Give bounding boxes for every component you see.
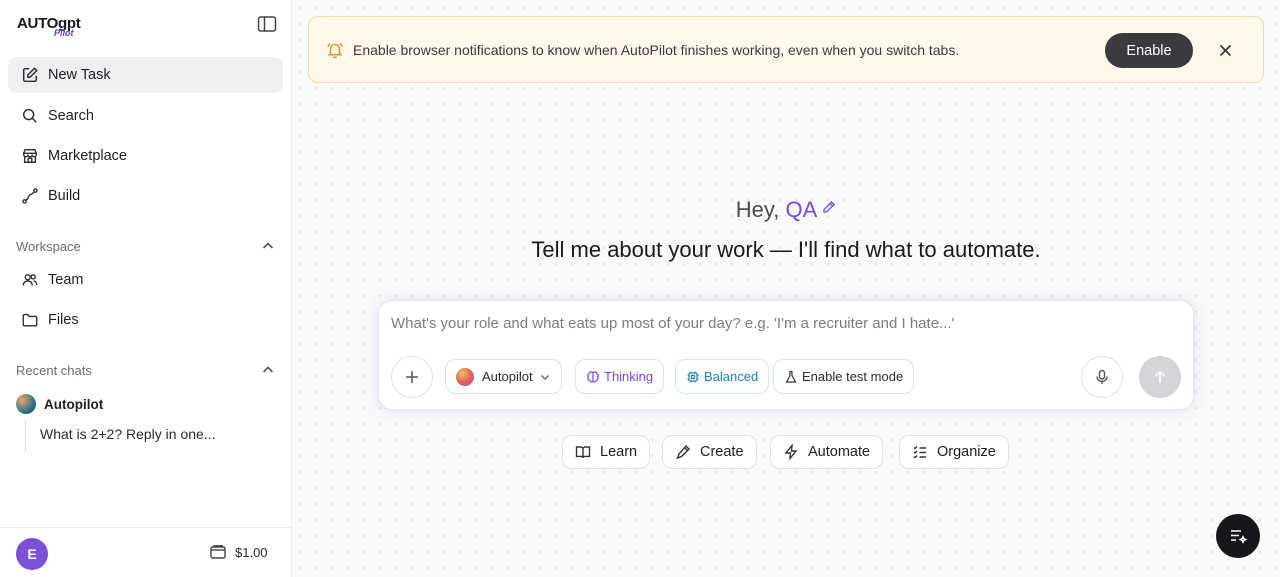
users-icon	[20, 270, 40, 290]
chip-label: Create	[700, 444, 744, 460]
recent-chats-title: Recent chats	[16, 362, 92, 378]
sidebar-item-files[interactable]: Files	[8, 302, 283, 338]
flask-icon	[785, 370, 797, 383]
sidebar-footer: E $1.00	[0, 527, 291, 577]
brain-icon	[587, 370, 599, 383]
chevron-down-icon	[540, 374, 549, 380]
greeting-text: Hey,	[735, 197, 780, 222]
checklist-icon	[913, 446, 926, 459]
autogpt-logo[interactable]: AUTOgpt Pilot	[16, 10, 82, 38]
test-mode-toggle[interactable]: Enable test mode	[773, 359, 915, 394]
model-selector-label: Autopilot	[482, 369, 533, 384]
thread-line	[25, 420, 26, 452]
recent-chat-thread[interactable]: What is 2+2? Reply in one...	[40, 426, 216, 442]
chip-organize[interactable]: Organize	[899, 435, 1009, 469]
recent-chat-agent[interactable]: Autopilot	[16, 393, 103, 415]
flow-icon	[20, 186, 40, 206]
sidebar-item-label: Search	[48, 108, 94, 124]
balanced-label: Balanced	[704, 369, 759, 384]
voice-input-button[interactable]	[1081, 356, 1123, 398]
wallet-balance[interactable]: $1.00	[209, 543, 268, 561]
banner-message: Enable browser notifications to know whe…	[353, 42, 960, 58]
sidebar-item-marketplace[interactable]: Marketplace	[8, 138, 283, 174]
workspace-section-title: Workspace	[16, 238, 81, 254]
user-avatar[interactable]: E	[16, 538, 48, 570]
thinking-label: Thinking	[604, 369, 654, 384]
sidebar-item-new-task[interactable]: New Task	[8, 57, 283, 93]
arrow-up-icon	[1154, 370, 1166, 383]
send-button[interactable]	[1139, 356, 1181, 398]
hero-headline: Tell me about your work — I'll find what…	[531, 237, 1041, 262]
prompt-input[interactable]	[391, 315, 1171, 332]
chip-label: Organize	[937, 444, 996, 460]
sidebar-item-label: Build	[48, 188, 81, 204]
test-mode-label: Enable test mode	[802, 369, 904, 384]
model-selector[interactable]: Autopilot	[445, 359, 562, 394]
balance-amount: $1.00	[235, 544, 268, 560]
chip-learn[interactable]: Learn	[562, 435, 651, 469]
recent-chat-agent-name: Autopilot	[44, 396, 104, 412]
main-area: Enable browser notifications to know whe…	[292, 0, 1280, 577]
plus-icon	[406, 371, 418, 383]
sidebar-item-label: Files	[48, 312, 79, 328]
floating-menu-button[interactable]	[1216, 514, 1260, 558]
chevron-up-icon[interactable]	[260, 362, 276, 378]
sidebar-item-label: New Task	[48, 67, 111, 83]
bell-icon	[327, 42, 343, 59]
sidebar-item-team[interactable]: Team	[8, 262, 283, 298]
store-icon	[20, 146, 40, 166]
list-sparkle-icon	[1231, 530, 1248, 544]
greeting: Hey, QA	[292, 197, 1280, 223]
chip-icon	[687, 371, 699, 382]
chip-label: Learn	[600, 444, 638, 460]
pencil-icon[interactable]	[821, 200, 836, 215]
sidebar-item-search[interactable]: Search	[8, 98, 283, 134]
chip-label: Automate	[808, 444, 871, 460]
search-icon	[20, 106, 40, 126]
wallet-icon	[210, 545, 226, 559]
workspace-section-header[interactable]: Workspace	[16, 236, 276, 256]
user-name: QA	[785, 197, 818, 222]
balanced-mode-toggle[interactable]: Balanced	[675, 359, 770, 394]
thinking-toggle[interactable]: Thinking	[575, 359, 665, 394]
chip-automate[interactable]: Automate	[770, 435, 884, 469]
recent-chats-section-header[interactable]: Recent chats	[16, 360, 276, 380]
book-icon	[575, 446, 591, 459]
sidebar-item-label: Team	[48, 272, 84, 288]
enable-notifications-button[interactable]: Enable	[1105, 33, 1193, 68]
folder-icon	[20, 310, 40, 330]
sidebar-item-label: Marketplace	[48, 148, 127, 164]
autopilot-avatar-icon	[16, 394, 36, 414]
logo-sub: Pilot	[54, 28, 74, 38]
microphone-icon	[1096, 369, 1108, 384]
pen-icon	[676, 444, 690, 460]
chip-create[interactable]: Create	[662, 435, 757, 469]
sidebar-toggle-icon[interactable]	[257, 15, 277, 33]
sidebar-item-build[interactable]: Build	[8, 178, 283, 214]
attach-button[interactable]	[391, 356, 433, 398]
notification-banner: Enable browser notifications to know whe…	[308, 16, 1264, 83]
chevron-up-icon[interactable]	[260, 238, 276, 254]
prompt-composer: Autopilot Thinking Balanced Enable test …	[378, 300, 1194, 410]
compose-icon	[20, 65, 40, 85]
lightning-icon	[784, 444, 798, 460]
sidebar: AUTOgpt Pilot New Task Search Marketplac…	[0, 0, 292, 577]
close-icon[interactable]	[1217, 42, 1234, 59]
autopilot-orb-icon	[456, 367, 474, 386]
